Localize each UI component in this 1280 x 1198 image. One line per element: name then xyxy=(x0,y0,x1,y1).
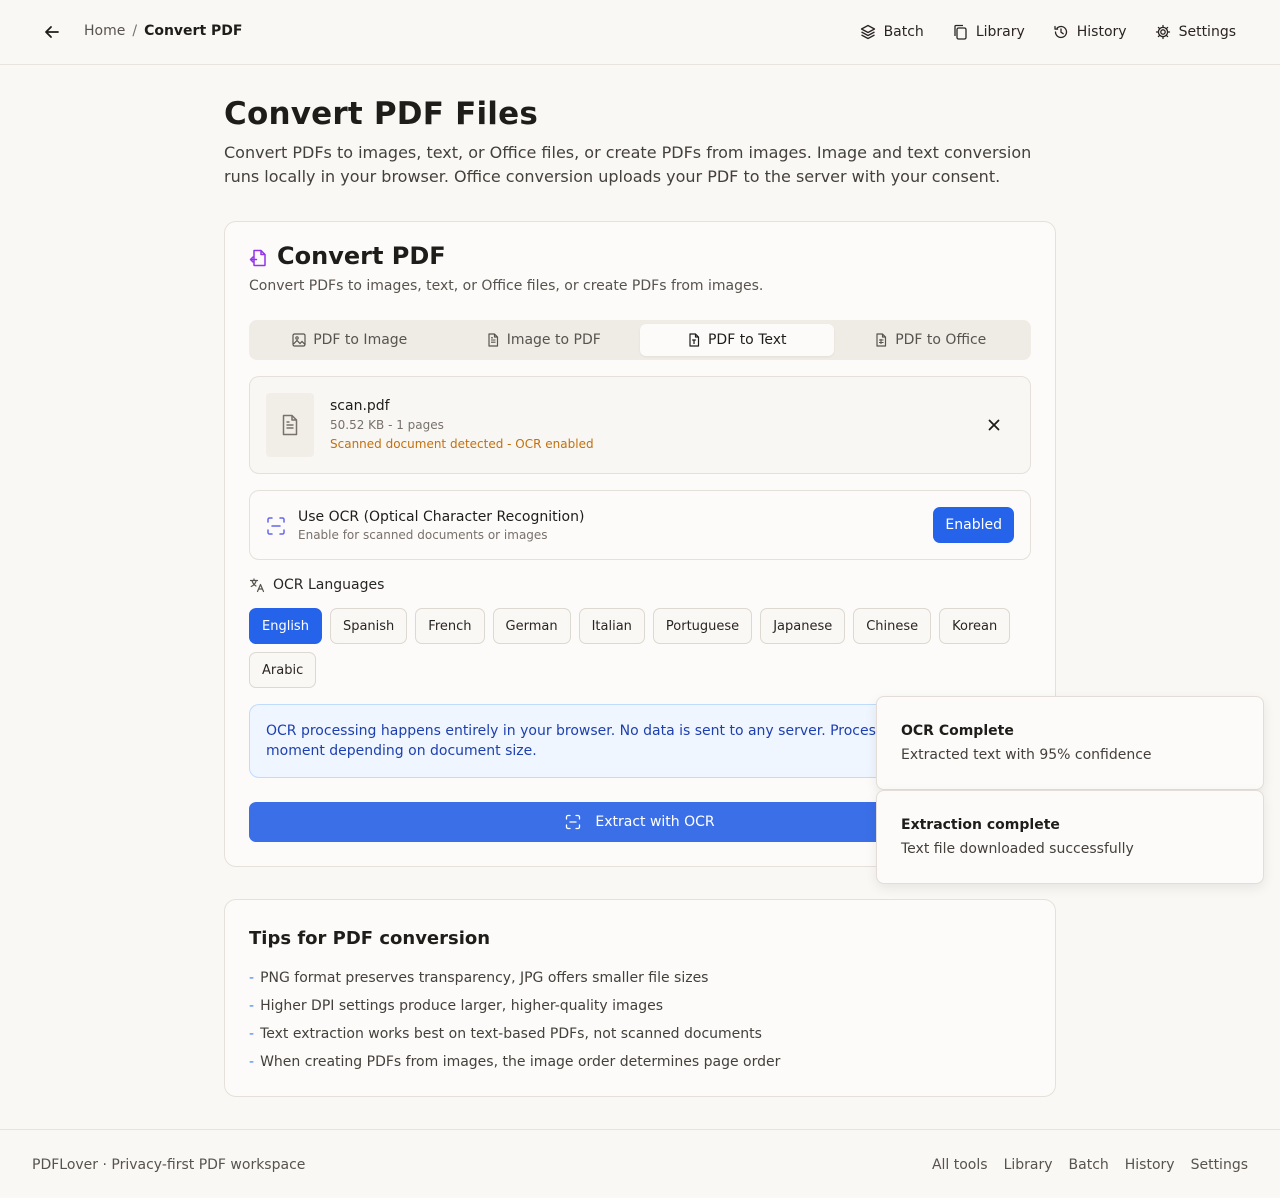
top-bar: Home / Convert PDF Batch Library History… xyxy=(0,0,1280,65)
tab-pdf-to-office[interactable]: PDF to Office xyxy=(834,324,1028,356)
scan-text-icon xyxy=(565,814,581,830)
language-chip-german[interactable]: German xyxy=(492,608,571,644)
footer-link-batch[interactable]: Batch xyxy=(1069,1157,1109,1173)
toast-title: OCR Complete xyxy=(901,723,1014,739)
language-chip-french[interactable]: French xyxy=(415,608,485,644)
ocr-enabled-button[interactable]: Enabled xyxy=(933,507,1014,543)
footer: PDFLover · Privacy-first PDF workspace A… xyxy=(0,1129,1280,1198)
list-item: - PNG format preserves transparency, JPG … xyxy=(249,968,780,996)
top-nav: Batch Library History Settings xyxy=(860,20,1236,44)
nav-history-label: History xyxy=(1076,24,1127,40)
tip-text: Text extraction works best on text-based… xyxy=(260,1026,762,1042)
converter-description: Convert PDFs to images, text, or Office … xyxy=(249,278,764,294)
file-meta: 50.52 KB - 1 pages xyxy=(330,418,444,432)
list-item: - Higher DPI settings produce larger, hig… xyxy=(249,996,780,1024)
tips-title: Tips for PDF conversion xyxy=(249,928,491,949)
footer-links: All tools Library Batch History Settings xyxy=(932,1157,1248,1173)
languages-icon xyxy=(249,577,265,593)
language-chip-japanese[interactable]: Japanese xyxy=(760,608,846,644)
tab-pdf-to-image-label: PDF to Image xyxy=(313,332,408,348)
page-title: Convert PDF Files xyxy=(224,96,538,132)
file-name: scan.pdf xyxy=(330,398,390,414)
ocr-title: Use OCR (Optical Character Recognition) xyxy=(298,509,585,525)
toast-ocr-complete[interactable]: OCR Complete Extracted text with 95% con… xyxy=(876,696,1264,790)
tips-card: Tips for PDF conversion - PNG format pres… xyxy=(224,899,1056,1097)
breadcrumb-home[interactable]: Home xyxy=(84,23,125,39)
toast-description: Text file downloaded successfully xyxy=(901,841,1134,857)
tip-text: When creating PDFs from images, the imag… xyxy=(260,1054,781,1070)
nav-history[interactable]: History xyxy=(1053,20,1127,44)
language-chip-portuguese[interactable]: Portuguese xyxy=(652,608,753,644)
tab-pdf-to-office-label: PDF to Office xyxy=(895,332,987,348)
list-item: - When creating PDFs from images, the ima… xyxy=(249,1052,780,1080)
file-type-icon xyxy=(687,333,701,347)
tips-list: - PNG format preserves transparency, JPG … xyxy=(249,968,780,1080)
tab-image-to-pdf-label: Image to PDF xyxy=(506,332,601,348)
ocr-languages-heading: OCR Languages xyxy=(249,577,384,593)
toast-description: Extracted text with 95% confidence xyxy=(901,747,1152,763)
toast-title: Extraction complete xyxy=(901,817,1060,833)
breadcrumb-separator: / xyxy=(132,23,138,39)
tab-image-to-pdf[interactable]: Image to PDF xyxy=(447,324,641,356)
ocr-languages-label: OCR Languages xyxy=(273,577,385,593)
nav-library-label: Library xyxy=(975,24,1025,40)
footer-link-all-tools[interactable]: All tools xyxy=(932,1157,988,1173)
footer-brand: PDFLover · Privacy-first PDF workspace xyxy=(32,1157,306,1173)
image-icon xyxy=(292,333,306,347)
list-item: - Text extraction works best on text-base… xyxy=(249,1024,780,1052)
page-description: Convert PDFs to images, text, or Office … xyxy=(224,143,1032,186)
language-chips: English Spanish French German Italian Po… xyxy=(249,608,1031,688)
copy-icon xyxy=(952,24,968,40)
tab-pdf-to-image[interactable]: PDF to Image xyxy=(253,324,447,356)
file-convert-icon xyxy=(249,248,269,268)
toast-extraction-complete[interactable]: Extraction complete Text file downloaded… xyxy=(876,790,1264,884)
file-text-icon xyxy=(486,333,500,347)
nav-batch[interactable]: Batch xyxy=(860,20,924,44)
file-thumbnail xyxy=(266,393,314,457)
gear-icon xyxy=(1155,24,1171,40)
scan-warning: Scanned document detected - OCR enabled xyxy=(330,437,594,451)
nav-batch-label: Batch xyxy=(883,24,924,40)
ocr-toggle-row: Use OCR (Optical Character Recognition) … xyxy=(249,490,1031,560)
tab-pdf-to-text[interactable]: PDF to Text xyxy=(640,324,834,356)
tab-pdf-to-text-label: PDF to Text xyxy=(707,332,787,348)
layers-icon xyxy=(860,24,876,40)
breadcrumb: Home / Convert PDF xyxy=(84,23,242,39)
tip-text: Higher DPI settings produce larger, high… xyxy=(260,998,663,1014)
history-icon xyxy=(1053,24,1069,40)
scan-text-icon xyxy=(266,516,286,536)
tip-text: PNG format preserves transparency, JPG o… xyxy=(260,970,709,986)
back-arrow-icon[interactable] xyxy=(42,22,62,42)
language-chip-italian[interactable]: Italian xyxy=(578,608,645,644)
file-spreadsheet-icon xyxy=(874,333,888,347)
footer-link-library[interactable]: Library xyxy=(1004,1157,1053,1173)
language-chip-chinese[interactable]: Chinese xyxy=(853,608,932,644)
language-chip-english[interactable]: English xyxy=(249,608,322,644)
converter-title: Convert PDF xyxy=(277,242,446,270)
breadcrumb-current: Convert PDF xyxy=(144,23,243,39)
conversion-tabs: PDF to Image Image to PDF PDF to Text PD… xyxy=(249,320,1031,360)
nav-settings[interactable]: Settings xyxy=(1155,20,1236,44)
nav-library[interactable]: Library xyxy=(952,20,1025,44)
close-icon[interactable] xyxy=(986,417,1002,433)
language-chip-arabic[interactable]: Arabic xyxy=(249,652,317,688)
language-chip-spanish[interactable]: Spanish xyxy=(329,608,408,644)
ocr-subtitle: Enable for scanned documents or images xyxy=(298,528,548,542)
document-icon xyxy=(279,414,301,436)
footer-link-settings[interactable]: Settings xyxy=(1191,1157,1248,1173)
selected-file: scan.pdf 50.52 KB - 1 pages Scanned docu… xyxy=(249,376,1031,474)
language-chip-korean[interactable]: Korean xyxy=(939,608,1011,644)
extract-button-label: Extract with OCR xyxy=(595,814,715,830)
footer-link-history[interactable]: History xyxy=(1125,1157,1175,1173)
nav-settings-label: Settings xyxy=(1178,24,1236,40)
